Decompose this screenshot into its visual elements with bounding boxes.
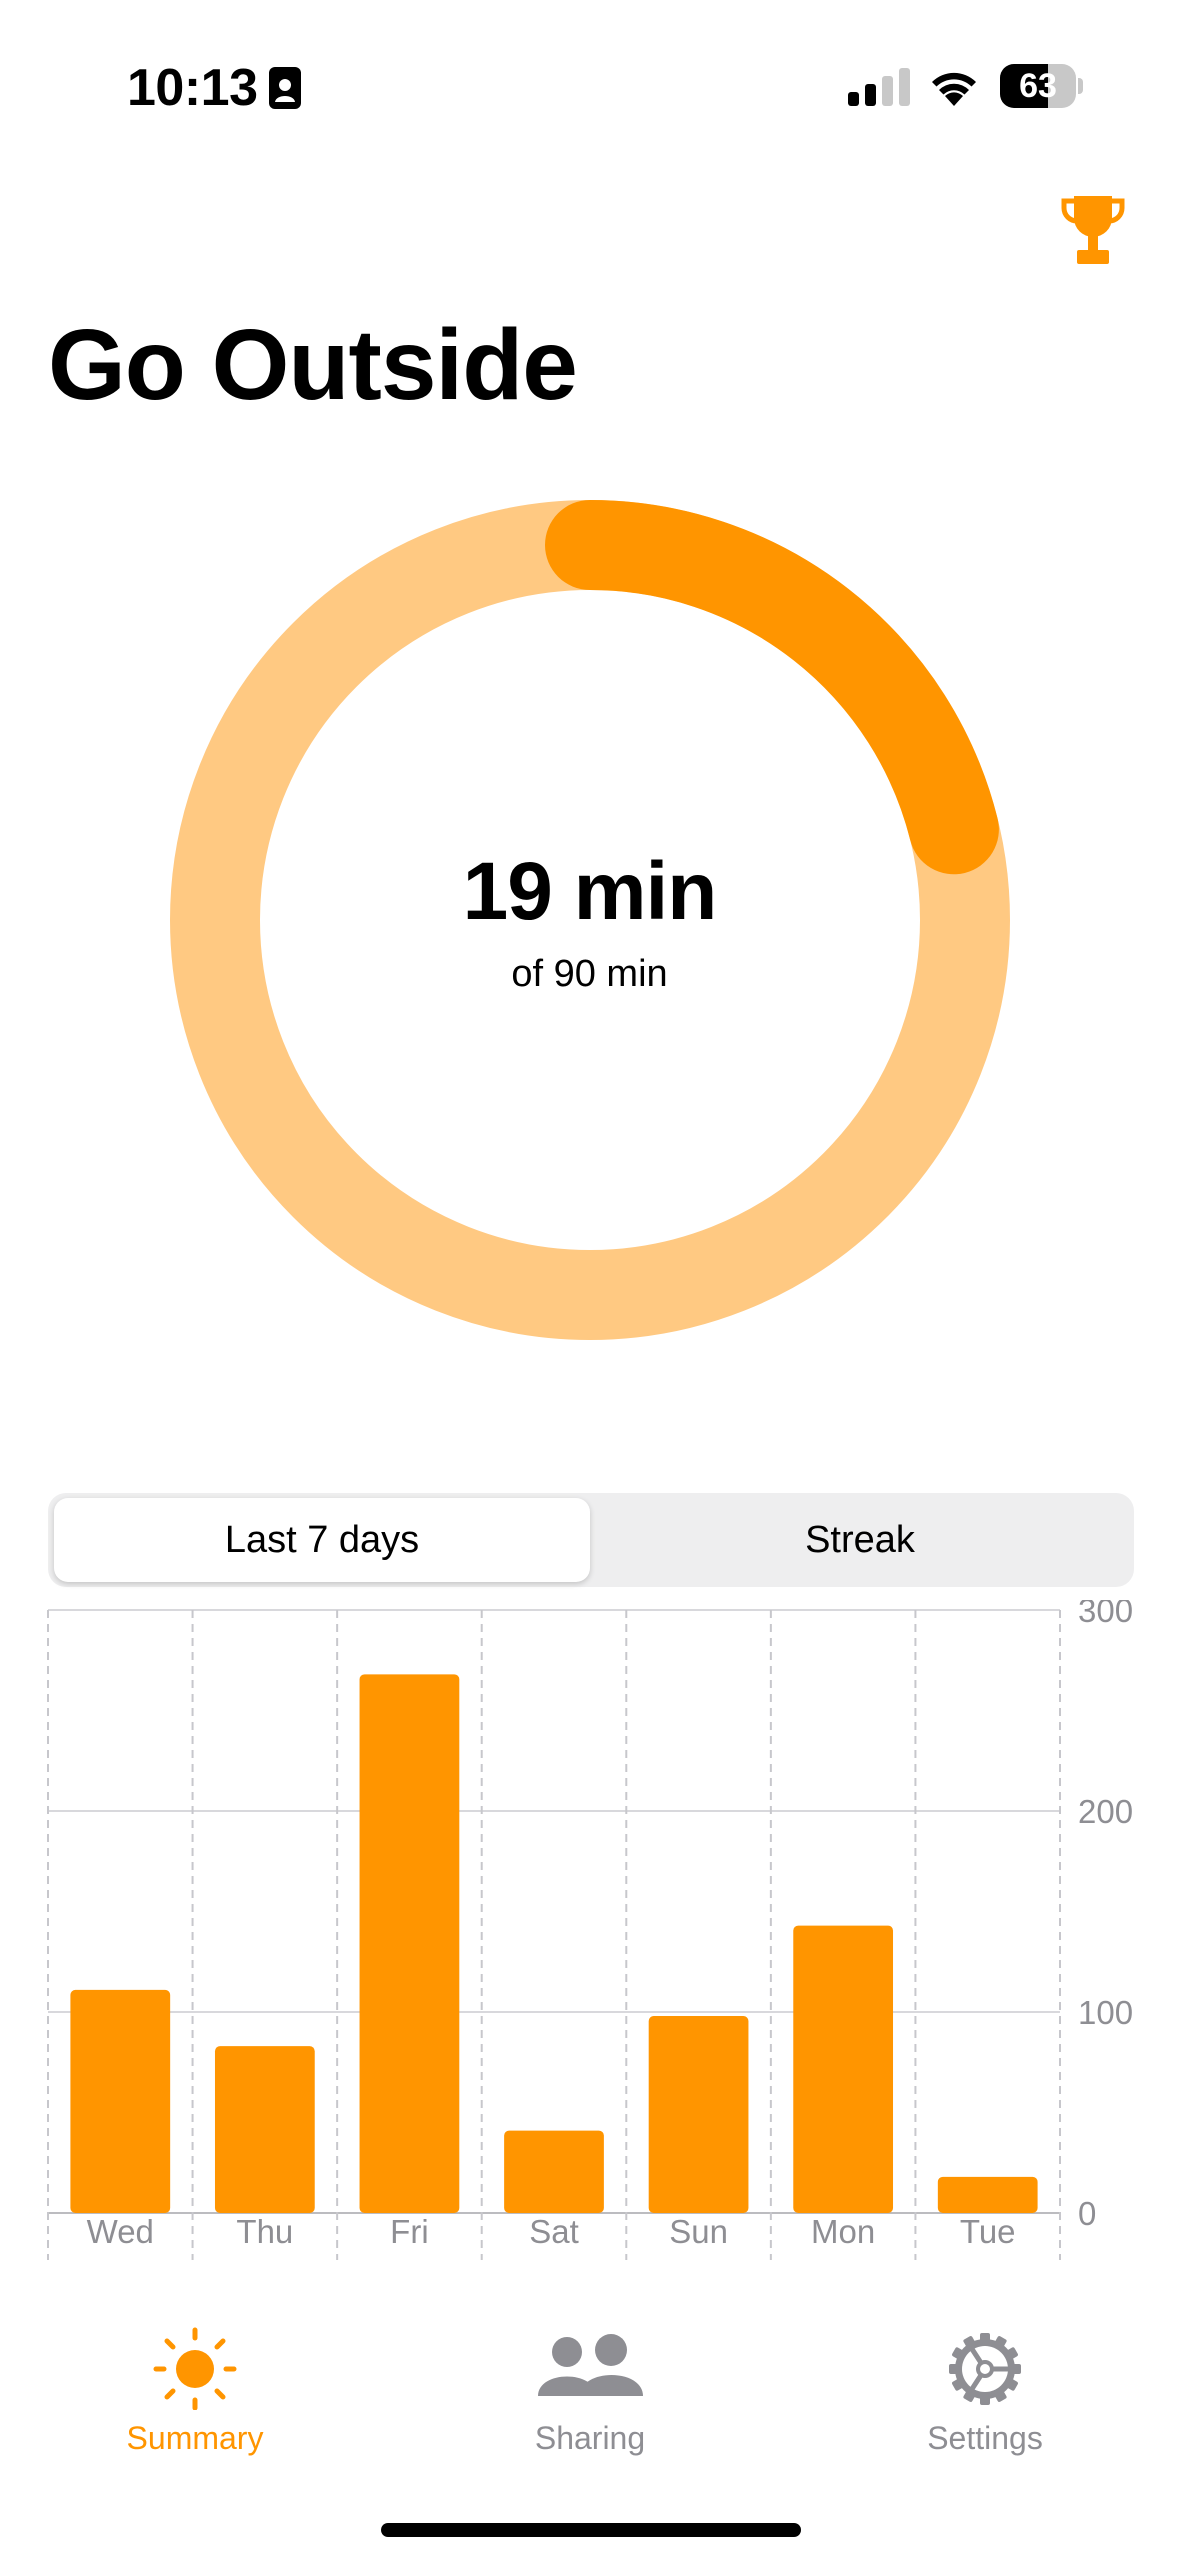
trophy-icon[interactable]: [1060, 192, 1126, 266]
minutes-bar-chart: Wed Thu Fri Sat Sun Mon Tue 0 100 200 300: [47, 1600, 1133, 2260]
cellular-signal-icon: [848, 68, 910, 106]
y-tick-label: 0: [1078, 2195, 1096, 2232]
x-tick-label: Mon: [811, 2213, 875, 2250]
bar-wed: [70, 1989, 171, 2213]
progress-value: 19 min: [462, 846, 718, 937]
bar-fri: [359, 1674, 460, 2213]
x-tick-label: Sat: [529, 2213, 579, 2250]
focus-id-icon: [269, 67, 301, 109]
tab-sharing[interactable]: Sharing: [440, 2320, 740, 2480]
tab-summary-label: Summary: [126, 2420, 264, 2456]
y-tick-label: 200: [1078, 1793, 1133, 1830]
tab-settings-label: Settings: [927, 2420, 1043, 2456]
bar-tue: [937, 2176, 1038, 2213]
page-title: Go Outside: [48, 309, 578, 421]
x-tick-label: Fri: [390, 2213, 428, 2250]
y-tick-label: 300: [1078, 1600, 1133, 1629]
status-bar: 10:13 63: [0, 0, 1179, 180]
home-indicator: [381, 2523, 801, 2537]
progress-goal: of 90 min: [511, 953, 668, 995]
tab-summary[interactable]: Summary: [45, 2320, 345, 2480]
x-tick-label: Wed: [87, 2213, 154, 2250]
bar-thu: [214, 2046, 315, 2213]
x-tick-label: Thu: [236, 2213, 293, 2250]
gear-icon: [949, 2333, 1021, 2405]
bar-mon: [793, 1925, 894, 2213]
segment-streak[interactable]: Streak: [592, 1498, 1128, 1582]
range-segmented-control: Last 7 days Streak: [48, 1493, 1134, 1587]
x-tick-label: Tue: [960, 2213, 1016, 2250]
tab-sharing-label: Sharing: [534, 2420, 646, 2456]
battery-indicator: 63: [1000, 64, 1083, 108]
battery-percentage: 63: [1019, 67, 1057, 105]
x-tick-label: Sun: [669, 2213, 728, 2250]
bar-sun: [648, 2016, 749, 2213]
wifi-icon: [932, 72, 976, 106]
status-time: 10:13: [127, 59, 258, 117]
segment-last-7-days[interactable]: Last 7 days: [54, 1498, 590, 1582]
sun-icon: [153, 2327, 237, 2410]
tab-settings[interactable]: Settings: [835, 2320, 1135, 2480]
people-icon: [538, 2334, 643, 2396]
progress-ring-fill: [545, 500, 999, 875]
y-tick-label: 100: [1078, 1994, 1133, 2031]
tab-bar: Summary Sharing Settings: [0, 2320, 1179, 2480]
bar-sat: [504, 2130, 604, 2213]
